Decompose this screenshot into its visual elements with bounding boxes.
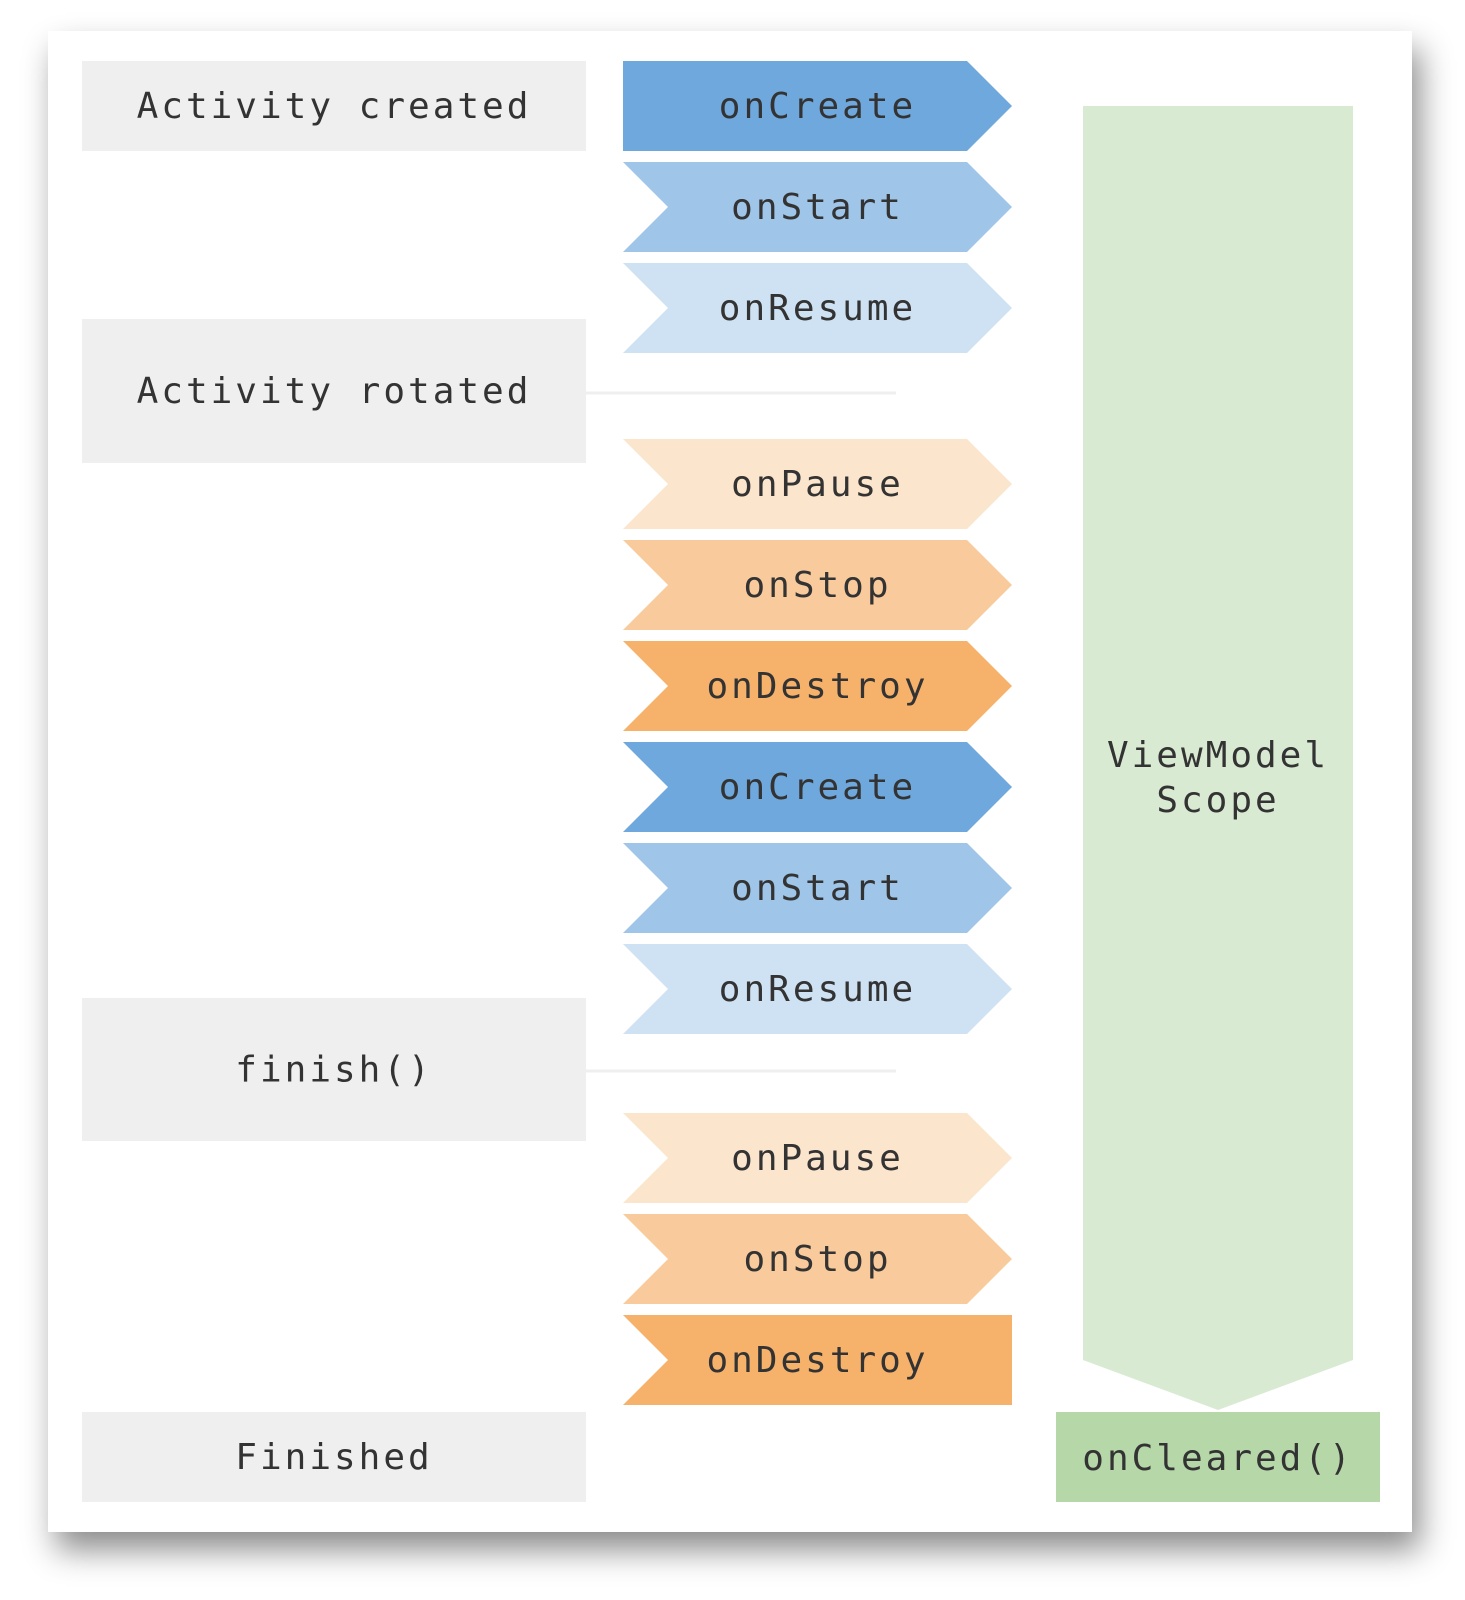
lifecycle-label: onStart [731, 187, 904, 228]
viewmodel-lifecycle-diagram: Activity created Activity rotated finish()… [82, 61, 1380, 1502]
state-label: finish() [235, 1050, 432, 1091]
viewmodel-scope-group: ViewModel Scope onCleared() [1056, 106, 1380, 1502]
lifecycle-label: onResume [719, 969, 916, 1010]
lifecycle-label: onStart [731, 868, 904, 909]
lifecycle-label: onStop [743, 1239, 891, 1280]
viewmodel-scope-label-line2: Scope [1156, 780, 1279, 821]
lifecycle-label: onCreate [719, 767, 916, 808]
lifecycle-label: onPause [731, 464, 904, 505]
lifecycle-label: onPause [731, 1138, 904, 1179]
lifecycle-label: onCreate [719, 86, 916, 127]
on-cleared-label: onCleared() [1082, 1438, 1353, 1479]
lifecycle-label: onDestroy [706, 666, 928, 707]
lifecycle-callbacks: onCreate onStart onResume onPause onStop onDe… [623, 61, 1012, 1405]
state-label: Finished [235, 1437, 432, 1478]
lifecycle-label: onResume [719, 288, 916, 329]
lifecycle-label: onDestroy [706, 1340, 928, 1381]
lifecycle-label: onStop [743, 565, 891, 606]
state-label: Activity rotated [137, 371, 532, 412]
activity-states: Activity created Activity rotated finish()… [82, 61, 586, 1502]
state-label: Activity created [137, 86, 532, 127]
viewmodel-scope-label-line1: ViewModel [1107, 735, 1329, 776]
